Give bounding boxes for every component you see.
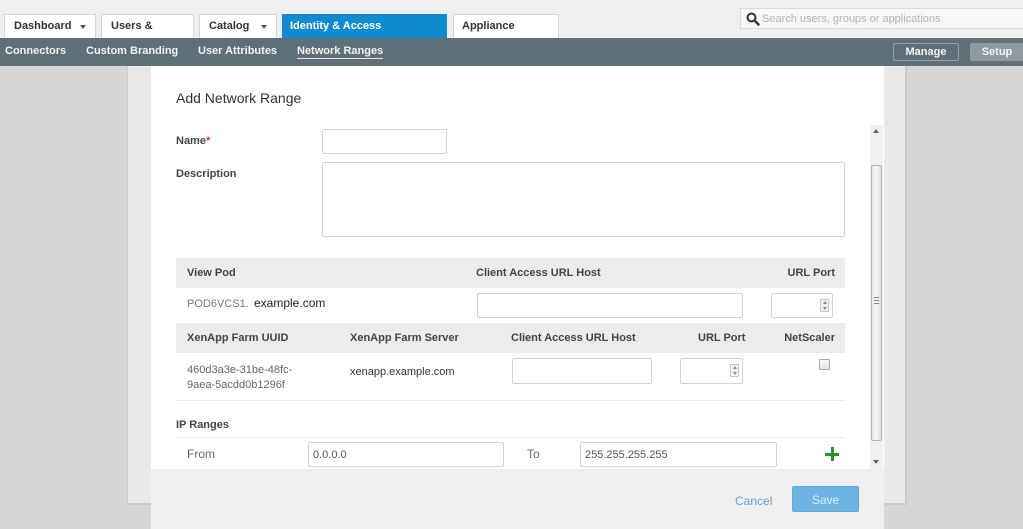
view-pod-table-header: View Pod Client Access URL Host URL Port xyxy=(176,258,845,288)
ip-from-input[interactable] xyxy=(308,442,504,467)
setup-button[interactable]: Setup xyxy=(970,43,1023,61)
tab-identity-access-management[interactable]: Identity & Access Management xyxy=(282,14,447,55)
column-header-view-pod: View Pod xyxy=(187,267,236,279)
top-navigation-bar: Dashboard Users & Groups Catalog Identit… xyxy=(0,0,1023,55)
chevron-down-icon[interactable] xyxy=(261,25,267,29)
plus-icon[interactable] xyxy=(824,446,840,462)
xenapp-farm-server: xenapp.example.com xyxy=(350,366,455,378)
ip-ranges-label: IP Ranges xyxy=(176,419,229,431)
tab-catalog[interactable]: Catalog xyxy=(199,14,277,38)
description-input[interactable] xyxy=(322,162,845,237)
column-header-url-port: URL Port xyxy=(787,267,835,279)
dialog-scrollbar[interactable] xyxy=(870,125,883,469)
view-pod-domain: example.com xyxy=(254,296,326,310)
search-icon xyxy=(746,12,760,26)
scroll-down-icon[interactable] xyxy=(873,460,879,464)
view-pod-url-port-stepper[interactable] xyxy=(771,293,833,318)
scroll-up-icon[interactable] xyxy=(873,129,879,133)
search-input[interactable] xyxy=(762,10,1017,27)
netscaler-checkbox[interactable] xyxy=(819,359,830,370)
add-network-range-dialog: Add Network Range Name* Description View… xyxy=(151,66,884,529)
scrollbar-thumb[interactable] xyxy=(871,165,882,441)
column-header-xenapp-farm-server: XenApp Farm Server xyxy=(350,332,459,344)
column-header-client-access-url-host: Client Access URL Host xyxy=(511,332,636,344)
tab-appliance-settings[interactable]: Appliance Settings xyxy=(453,14,559,55)
xenapp-table-header: XenApp Farm UUID XenApp Farm Server Clie… xyxy=(176,323,845,353)
column-header-url-port: URL Port xyxy=(698,332,746,344)
dialog-footer: Cancel Save xyxy=(151,469,884,529)
column-header-client-access-url-host: Client Access URL Host xyxy=(476,267,601,279)
subnav-item-custom-branding[interactable]: Custom Branding xyxy=(86,45,178,57)
arrow-down-icon[interactable] xyxy=(733,372,737,375)
arrow-up-icon[interactable] xyxy=(733,366,737,369)
stepper-arrows[interactable] xyxy=(820,299,829,312)
tab-users-groups[interactable]: Users & Groups xyxy=(101,14,194,55)
column-header-netscaler: NetScaler xyxy=(784,332,835,344)
description-label: Description xyxy=(176,168,237,180)
manage-button[interactable]: Manage xyxy=(893,43,959,61)
subnav-item-user-attributes[interactable]: User Attributes xyxy=(198,45,277,57)
dialog-title: Add Network Range xyxy=(176,90,302,106)
sub-navigation-bar: Connectors Custom Branding User Attribut… xyxy=(0,38,1023,66)
xenapp-uuid-line1: 460d3a3e-31be-48fc- xyxy=(187,364,293,376)
subnav-item-network-ranges[interactable]: Network Ranges xyxy=(297,45,384,59)
name-label: Name* xyxy=(176,135,210,147)
tab-label: Catalog xyxy=(209,20,250,32)
tab-label: Dashboard xyxy=(14,20,72,32)
name-label-text: Name xyxy=(176,135,206,147)
name-input[interactable] xyxy=(322,129,447,154)
to-label: To xyxy=(527,447,540,461)
subnav-item-connectors[interactable]: Connectors xyxy=(5,45,66,57)
save-button[interactable]: Save xyxy=(792,486,859,512)
view-pod-prefix: POD6VCS1. xyxy=(187,298,249,310)
cancel-button[interactable]: Cancel xyxy=(735,494,772,508)
tab-dashboard[interactable]: Dashboard xyxy=(4,14,96,38)
required-marker: * xyxy=(205,135,211,147)
divider xyxy=(176,437,845,438)
xenapp-client-access-url-host-input[interactable] xyxy=(512,358,652,384)
chevron-down-icon[interactable] xyxy=(80,25,86,29)
grip-icon xyxy=(874,297,879,304)
view-pod-client-access-url-host-input[interactable] xyxy=(477,293,743,318)
divider xyxy=(176,400,845,401)
xenapp-uuid-line2: 9aea-5acdd0b1296f xyxy=(187,379,285,391)
column-header-xenapp-farm-uuid: XenApp Farm UUID xyxy=(187,332,289,344)
xenapp-url-port-stepper[interactable] xyxy=(680,358,743,384)
ip-to-input[interactable] xyxy=(580,442,777,467)
search-box[interactable] xyxy=(740,8,1023,29)
from-label: From xyxy=(187,447,215,461)
stepper-arrows[interactable] xyxy=(730,364,739,377)
arrow-down-icon[interactable] xyxy=(823,307,827,310)
arrow-up-icon[interactable] xyxy=(823,301,827,304)
